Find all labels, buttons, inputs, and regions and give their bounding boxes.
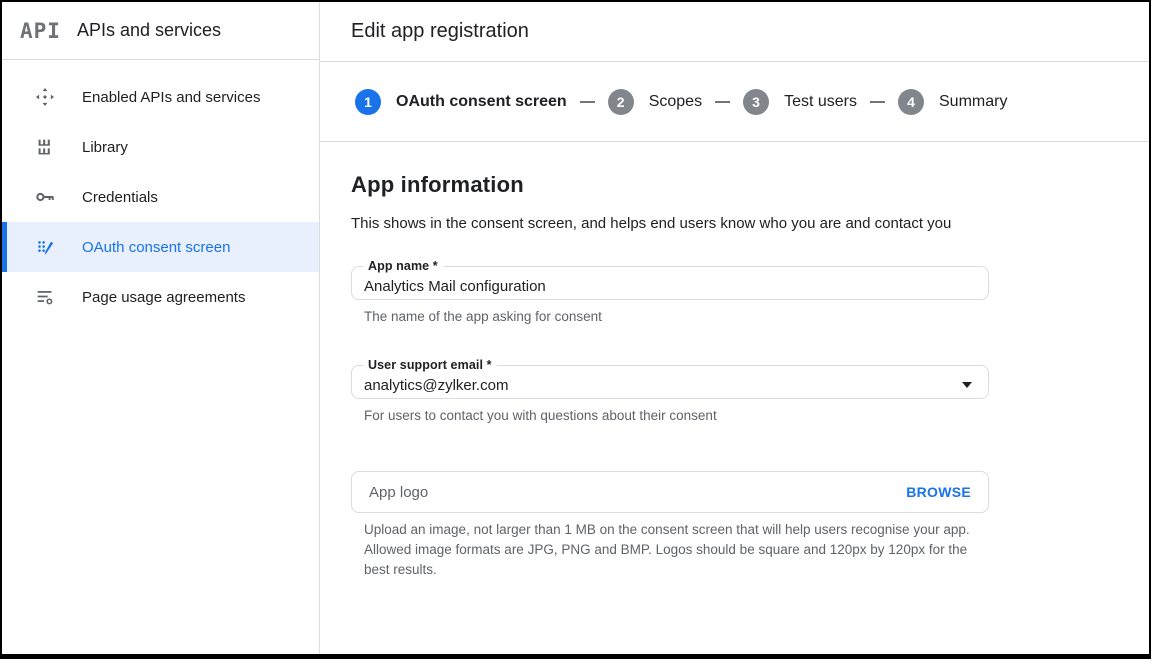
step-connector <box>715 101 730 103</box>
form-area: App information This shows in the consen… <box>320 142 1149 580</box>
api-logo: API <box>20 19 61 43</box>
support-email-field: User support email * <box>351 358 989 399</box>
library-icon <box>34 136 56 158</box>
oauth-consent-icon <box>34 236 56 258</box>
step-number-badge: 1 <box>355 89 381 115</box>
sidebar-item-label: Page usage agreements <box>82 289 245 306</box>
enabled-apis-icon <box>34 86 56 108</box>
sidebar-item-label: OAuth consent screen <box>82 239 230 256</box>
app-logo-upload-field[interactable]: App logo BROWSE <box>351 471 989 513</box>
step-summary[interactable]: 4 Summary <box>898 89 1007 115</box>
step-connector <box>870 101 885 103</box>
wizard-stepper: 1 OAuth consent screen 2 Scopes 3 Test u… <box>320 62 1149 142</box>
app-logo-field-group: App logo BROWSE Upload an image, not lar… <box>351 471 989 580</box>
sidebar-item-label: Library <box>82 139 128 156</box>
sidebar-header: API APIs and services <box>2 2 319 60</box>
app-name-field-group: App name * The name of the app asking fo… <box>351 259 989 327</box>
sidebar-item-label: Credentials <box>82 189 158 206</box>
sidebar-item-label: Enabled APIs and services <box>82 89 260 106</box>
app-name-label: App name * <box>363 259 443 273</box>
sidebar-item-credentials[interactable]: Credentials <box>2 172 319 222</box>
sidebar-item-library[interactable]: Library <box>2 122 319 172</box>
step-connector <box>580 101 595 103</box>
sidebar-title: APIs and services <box>77 20 221 41</box>
support-email-label: User support email * <box>363 358 497 372</box>
step-label: Summary <box>939 93 1007 111</box>
step-label: OAuth consent screen <box>396 93 567 111</box>
step-test-users[interactable]: 3 Test users <box>743 89 857 115</box>
step-label: Scopes <box>649 93 702 111</box>
page-usage-agreements-icon <box>34 286 56 308</box>
step-label: Test users <box>784 93 857 111</box>
dropdown-arrow-icon[interactable] <box>962 382 972 388</box>
app-name-helper: The name of the app asking for consent <box>364 307 989 327</box>
support-email-helper: For users to contact you with questions … <box>364 406 989 426</box>
step-number-badge: 4 <box>898 89 924 115</box>
sidebar-item-oauth-consent[interactable]: OAuth consent screen <box>2 222 319 272</box>
app-logo-helper: Upload an image, not larger than 1 MB on… <box>364 520 989 580</box>
step-number-badge: 3 <box>743 89 769 115</box>
app-name-input[interactable] <box>364 278 976 295</box>
sidebar-item-page-usage[interactable]: Page usage agreements <box>2 272 319 322</box>
page-title: Edit app registration <box>351 20 529 43</box>
step-number-badge: 2 <box>608 89 634 115</box>
browse-button[interactable]: BROWSE <box>906 484 971 500</box>
app-window: API APIs and services Enabled APIs and s… <box>2 2 1149 654</box>
sidebar-item-enabled-apis[interactable]: Enabled APIs and services <box>2 72 319 122</box>
support-email-field-group: User support email * For users to contac… <box>351 358 989 426</box>
support-email-select[interactable] <box>364 377 962 394</box>
app-logo-placeholder: App logo <box>369 484 906 501</box>
main-header: Edit app registration <box>320 2 1149 62</box>
step-scopes[interactable]: 2 Scopes <box>608 89 702 115</box>
app-name-field: App name * <box>351 259 989 300</box>
key-icon <box>34 186 56 208</box>
sidebar: API APIs and services Enabled APIs and s… <box>2 2 320 654</box>
section-title: App information <box>351 172 1149 198</box>
main-panel: Edit app registration 1 OAuth consent sc… <box>320 2 1149 654</box>
step-oauth-consent-screen[interactable]: 1 OAuth consent screen <box>355 89 567 115</box>
section-description: This shows in the consent screen, and he… <box>351 211 983 237</box>
sidebar-nav: Enabled APIs and services Library <box>2 60 319 322</box>
